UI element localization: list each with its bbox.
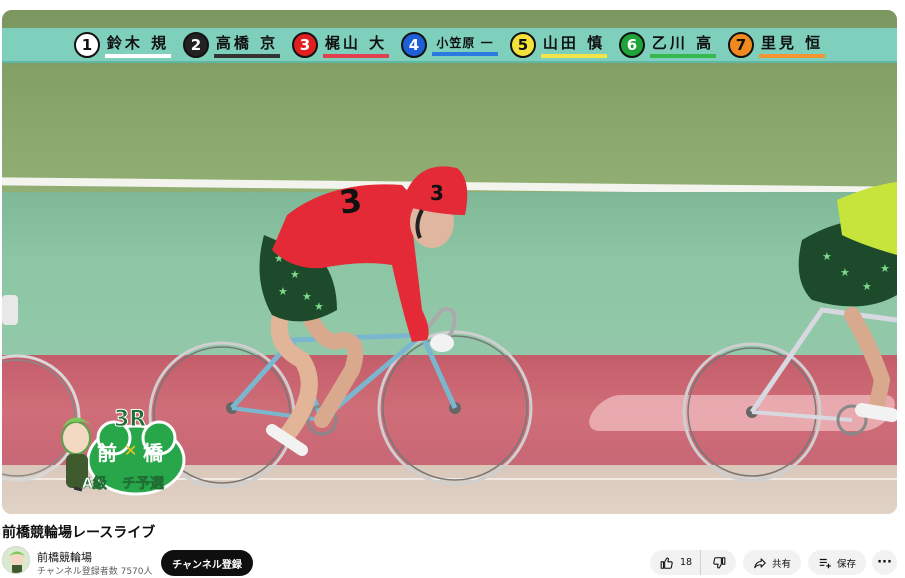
svg-text:✕: ✕ xyxy=(124,441,137,460)
dislike-button[interactable] xyxy=(701,550,736,575)
rider-number-badge: 5 xyxy=(510,31,536,58)
logo-class: A級 xyxy=(82,475,107,492)
logo-track-1: 前 xyxy=(97,441,117,465)
rider-name-block: 梶山 大 xyxy=(323,32,389,58)
rider-color-bar xyxy=(541,53,607,58)
rider-color-bar xyxy=(105,53,171,58)
rider-color-bar xyxy=(323,53,389,58)
like-button[interactable]: 18 xyxy=(650,550,702,575)
svg-text:★: ★ xyxy=(278,285,288,298)
rider-name: 里見 恒 xyxy=(760,33,824,52)
right-cyclist: ★ ★ ★ ★ xyxy=(682,182,897,482)
thumbs-down-icon xyxy=(712,556,726,570)
video-title: 前橋競輪場レースライブ xyxy=(2,525,156,541)
more-button[interactable]: ··· xyxy=(872,550,897,575)
rider-entry: 2 高橋 京 xyxy=(183,31,280,58)
save-button[interactable]: 保存 xyxy=(808,550,866,575)
race-logo: 3R 前 ✕ 橋 A級 チ予選 xyxy=(54,398,204,498)
rider-name-block: 里見 恒 xyxy=(759,32,825,58)
rider-name: 乙川 高 xyxy=(651,33,715,52)
logo-track-2: 橋 xyxy=(143,441,164,465)
subscriber-count: チャンネル登録者数 7570人 xyxy=(37,567,153,577)
rider-name-block: 乙川 高 xyxy=(650,32,716,58)
rider-name-block: 山田 慎 xyxy=(541,32,607,58)
rider-number-badge: 4 xyxy=(401,31,427,58)
helmet-number: 3 xyxy=(430,181,444,205)
rider-number-badge: 7 xyxy=(728,31,754,58)
svg-text:★: ★ xyxy=(822,250,832,263)
rider-number-badge: 2 xyxy=(183,31,209,58)
rider-name: 高橋 京 xyxy=(215,33,279,52)
rider-name-block: 鈴木 規 xyxy=(105,32,171,58)
like-dislike-group: 18 xyxy=(650,550,736,575)
rider-name: 鈴木 規 xyxy=(106,33,170,52)
channel-name[interactable]: 前橋競輪場 xyxy=(37,549,92,565)
rider-color-bar xyxy=(759,53,825,58)
rider-entry: 3 梶山 大 xyxy=(292,31,389,58)
like-count: 18 xyxy=(680,557,693,568)
thumbs-up-icon xyxy=(660,556,674,570)
rider-entry: 5 山田 慎 xyxy=(510,31,607,58)
rider-color-bar xyxy=(650,53,716,58)
svg-text:★: ★ xyxy=(880,262,890,275)
race-number: 3R xyxy=(114,407,146,432)
riders-banner: 1 鈴木 規 2 高橋 京 3 梶山 大 4 小笠原 一 5 山田 慎 6 乙川 高 7 里見 恒 xyxy=(2,28,897,63)
playlist-add-icon xyxy=(818,556,832,570)
svg-text:★: ★ xyxy=(862,280,872,293)
save-label: 保存 xyxy=(836,558,856,570)
share-label: 共有 xyxy=(771,558,791,570)
rider-name: 小笠原 一 xyxy=(436,35,494,50)
svg-text:★: ★ xyxy=(840,266,850,279)
rider-name-block: 小笠原 一 xyxy=(432,34,498,56)
video-player[interactable]: ★ ★ ★ ★ ★ 3 3 ★ ★ ★ ★ 1 鈴木 規 2 高橋 京 3 梶山… xyxy=(2,10,897,514)
svg-text:★: ★ xyxy=(302,290,312,303)
rider-color-bar xyxy=(432,51,498,56)
svg-text:★: ★ xyxy=(314,300,324,313)
rider-entry: 1 鈴木 規 xyxy=(74,31,171,58)
rider-color-bar xyxy=(214,53,280,58)
main-cyclist: ★★★ ★★ 3 3 xyxy=(259,166,468,456)
share-button[interactable]: 共有 xyxy=(743,550,801,575)
logo-stage: チ予選 xyxy=(122,476,164,492)
rider-number-badge: 3 xyxy=(292,31,318,58)
share-arrow-icon xyxy=(753,556,767,570)
svg-text:★: ★ xyxy=(290,268,300,281)
rider-name-block: 高橋 京 xyxy=(214,32,280,58)
more-horizontal-icon: ··· xyxy=(877,555,892,570)
subscribe-button[interactable]: チャンネル登録 xyxy=(161,550,253,576)
rider-entry: 6 乙川 高 xyxy=(619,31,716,58)
rider-entry: 4 小笠原 一 xyxy=(401,31,498,58)
rider-entry: 7 里見 恒 xyxy=(728,31,825,58)
rider-name: 梶山 大 xyxy=(324,33,388,52)
rider-number-badge: 6 xyxy=(619,31,645,58)
rider-number-badge: 1 xyxy=(74,31,100,58)
rider-name: 山田 慎 xyxy=(542,33,606,52)
channel-avatar[interactable] xyxy=(2,546,30,574)
